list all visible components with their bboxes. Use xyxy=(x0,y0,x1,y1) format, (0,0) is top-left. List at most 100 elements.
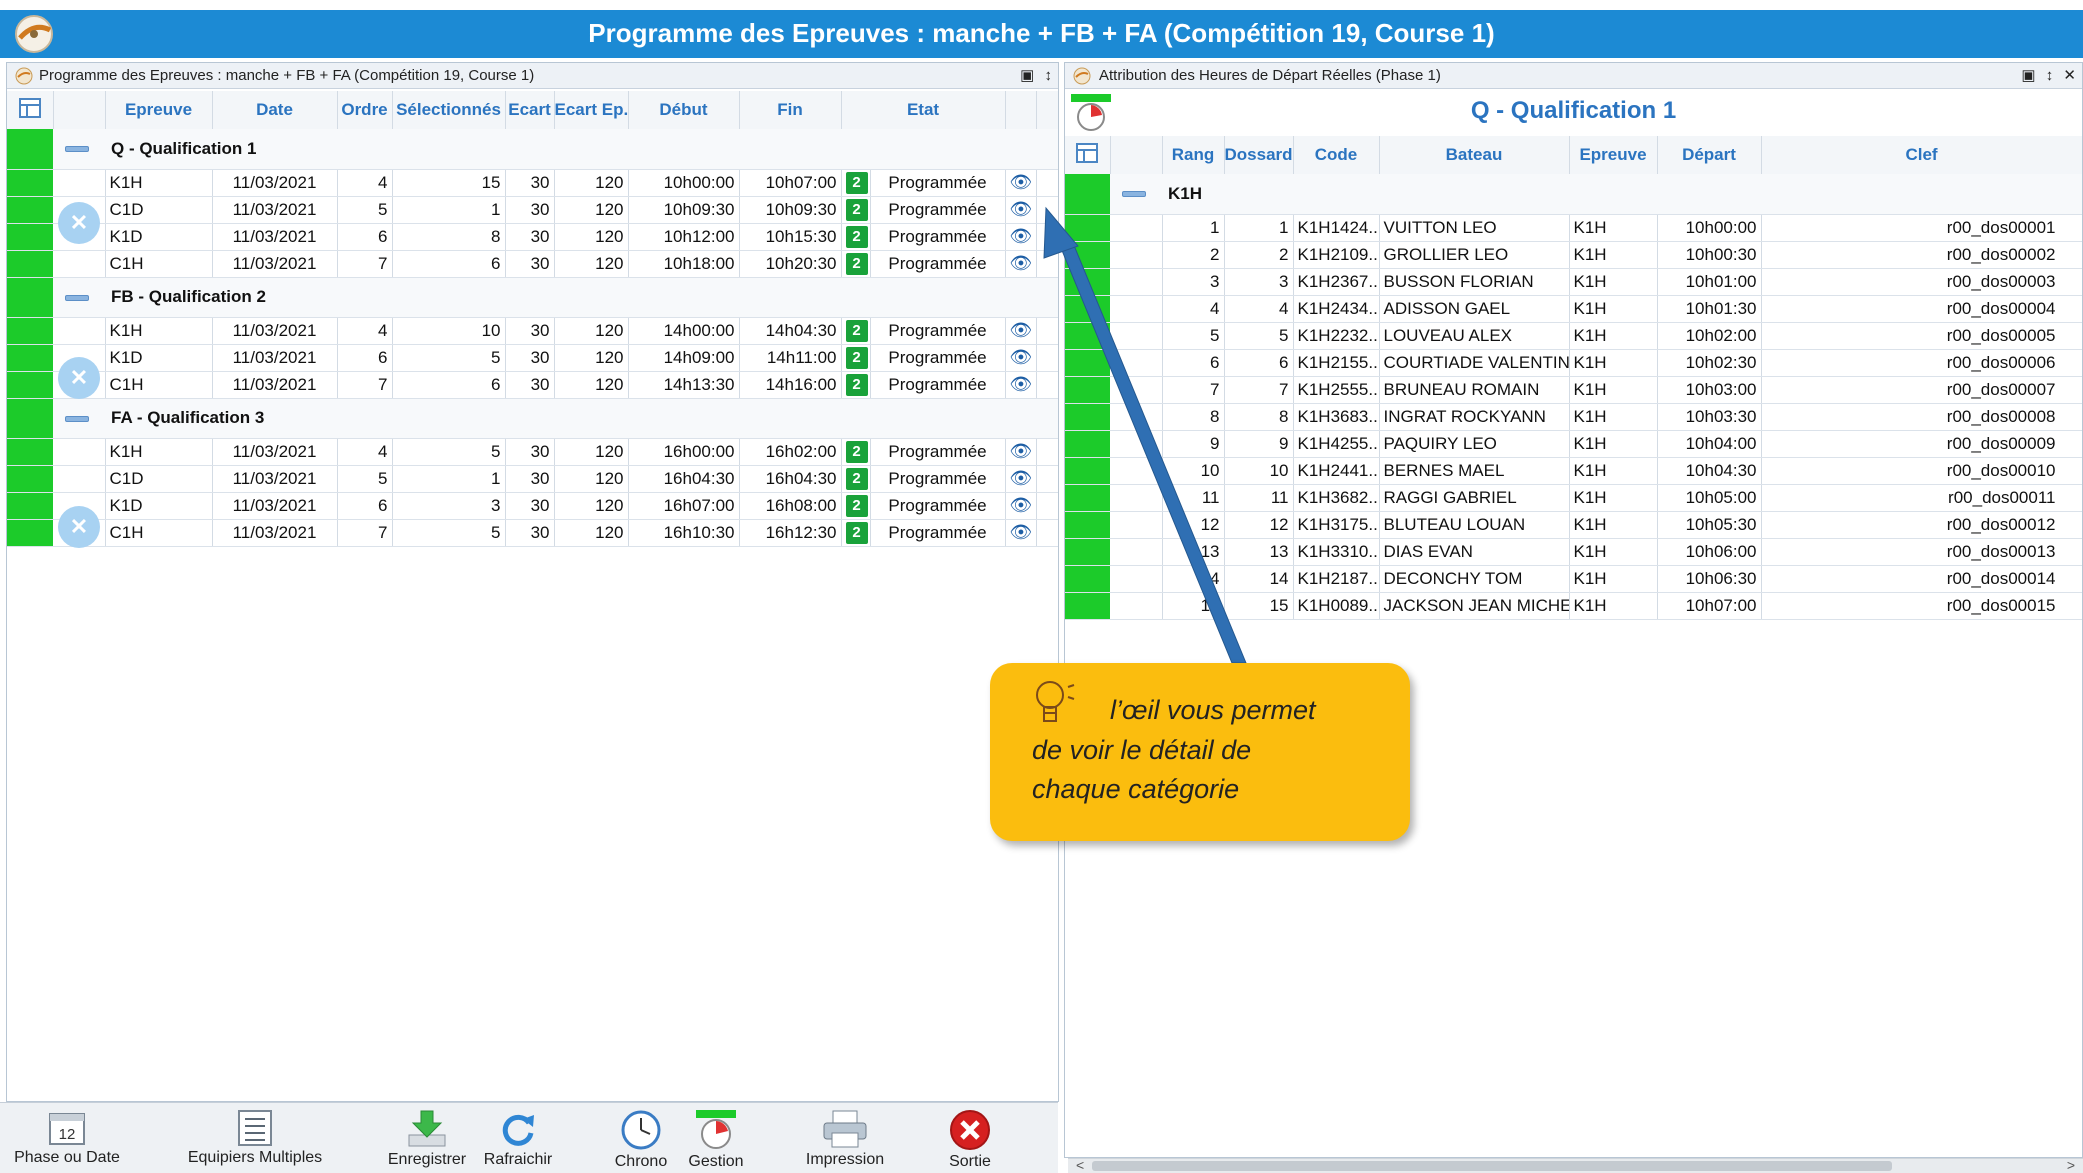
collapse-group-q-button[interactable]: ✕ xyxy=(58,202,100,244)
collapse-group-button[interactable] xyxy=(53,129,105,170)
epreuve-row[interactable]: K1D 11/03/2021 6 8 30 120 10h12:00 10h15:30 2 Pro… xyxy=(7,223,1058,251)
minus-icon[interactable] xyxy=(65,294,89,301)
scroll-right-icon[interactable]: > xyxy=(2067,1157,2075,1173)
cell-code: K1H3175... xyxy=(1293,511,1380,539)
col-rang[interactable]: Rang xyxy=(1162,136,1225,174)
col-ecart[interactable]: Ecart xyxy=(505,91,555,129)
depart-row[interactable]: 6 6 K1H2155... COURTIADE VALENTIN K1H 10h02:3… xyxy=(1065,349,2082,377)
gestion-button[interactable]: Gestion xyxy=(680,1109,752,1171)
eye-icon[interactable]: 👁 xyxy=(1010,522,1033,542)
group-fb-qualification-2[interactable]: FB - Qualification 2 xyxy=(7,277,1058,318)
close-icon[interactable]: ✕ xyxy=(2063,67,2076,84)
eye-icon[interactable]: 👁 xyxy=(1010,347,1033,367)
phase-ou-date-button[interactable]: 12 Phase ou Date xyxy=(12,1109,122,1167)
eye-icon[interactable]: 👁 xyxy=(1010,468,1033,488)
minus-icon[interactable] xyxy=(65,415,89,422)
group-k1h[interactable]: K1H xyxy=(1065,174,2082,215)
epreuve-row[interactable]: C1D 11/03/2021 5 1 30 120 10h09:30 10h09:30 2 Pro… xyxy=(7,196,1058,224)
cell-bateau: LOUVEAU ALEX xyxy=(1379,322,1570,350)
cell-selectionnes: 5 xyxy=(392,344,506,372)
collapse-group-fa-button[interactable]: ✕ xyxy=(58,506,100,548)
depart-row[interactable]: 3 3 K1H2367... BUSSON FLORIAN K1H 10h01:00 r00… xyxy=(1065,268,2082,296)
collapse-group-button[interactable] xyxy=(53,277,105,318)
epreuve-row[interactable]: K1D 11/03/2021 6 5 30 120 14h09:00 14h11:00 2 Pro… xyxy=(7,344,1058,372)
scroll-left-icon[interactable]: < xyxy=(1076,1157,1084,1173)
rafraichir-button[interactable]: Rafraichir xyxy=(478,1109,558,1169)
depart-row[interactable]: 8 8 K1H3683... INGRAT ROCKYANN K1H 10h03:30 r0… xyxy=(1065,403,2082,431)
clock-icon xyxy=(621,1110,661,1150)
depart-row[interactable]: 15 15 K1H0089... JACKSON JEAN MICHEL K1H 10h0… xyxy=(1065,592,2082,620)
depart-row[interactable]: 5 5 K1H2232... LOUVEAU ALEX K1H 10h02:00 r00_d… xyxy=(1065,322,2082,350)
col-fin[interactable]: Fin xyxy=(739,91,842,129)
cell-epreuve: K1H xyxy=(1569,295,1658,323)
group-fa-qualification-3[interactable]: FA - Qualification 3 xyxy=(7,398,1058,439)
epreuve-row[interactable]: K1D 11/03/2021 6 3 30 120 16h07:00 16h08:00 2 Pro… xyxy=(7,492,1058,520)
equipiers-multiples-button[interactable]: Equipiers Multiples xyxy=(180,1109,330,1167)
collapse-group-button[interactable] xyxy=(53,398,105,439)
eye-icon[interactable]: 👁 xyxy=(1010,320,1033,340)
restore-icon[interactable]: ▣ xyxy=(1020,67,1034,84)
depart-row[interactable]: 10 10 K1H2441... BERNES MAEL K1H 10h04:30 r00_… xyxy=(1065,457,2082,485)
cell-epreuve: K1H xyxy=(1569,511,1658,539)
cell-dossard: 4 xyxy=(1224,295,1294,323)
epreuve-row[interactable]: C1H 11/03/2021 7 6 30 120 10h18:00 10h20:30 2 Pro… xyxy=(7,250,1058,278)
cell-rang: 1 xyxy=(1162,214,1225,242)
epreuve-row[interactable]: C1H 11/03/2021 7 6 30 120 14h13:30 14h16:00 2 Pro… xyxy=(7,371,1058,399)
calendar-day-text: 12 xyxy=(59,1126,76,1143)
eye-icon[interactable]: 👁 xyxy=(1010,253,1033,273)
impression-button[interactable]: Impression xyxy=(795,1109,895,1169)
epreuve-row[interactable]: K1H 11/03/2021 4 5 30 120 16h00:00 16h02:00 2 Pro… xyxy=(7,438,1058,466)
col-selectionnes[interactable]: Sélectionnés xyxy=(392,91,506,129)
col-clef[interactable]: Clef xyxy=(1761,136,2082,174)
column-chooser-icon[interactable] xyxy=(7,91,54,129)
col-ordre[interactable]: Ordre xyxy=(337,91,393,129)
eye-icon[interactable]: 👁 xyxy=(1010,374,1033,394)
col-date[interactable]: Date xyxy=(212,91,338,129)
depart-row[interactable]: 1 1 K1H1424... VUITTON LEO K1H 10h00:00 r00_do… xyxy=(1065,214,2082,242)
status-badge: 2 xyxy=(845,494,868,517)
epreuve-row[interactable]: C1H 11/03/2021 7 5 30 120 16h10:30 16h12:30 2 Pro… xyxy=(7,519,1058,547)
eye-icon[interactable]: 👁 xyxy=(1010,441,1033,461)
cell-depart: 10h03:30 xyxy=(1657,403,1762,431)
depart-row[interactable]: 13 13 K1H3310... DIAS EVAN K1H 10h06:00 r00_do… xyxy=(1065,538,2082,566)
sortie-button[interactable]: Sortie xyxy=(935,1109,1005,1171)
epreuve-row[interactable]: K1H 11/03/2021 4 15 30 120 10h00:00 10h07:00 2 Pr… xyxy=(7,169,1058,197)
restore-icon[interactable]: ▣ xyxy=(2021,67,2035,84)
pin-icon[interactable]: ↕ xyxy=(2046,67,2054,84)
scrollbar-thumb[interactable] xyxy=(1092,1161,1892,1171)
col-depart[interactable]: Départ xyxy=(1657,136,1762,174)
collapse-group-fb-button[interactable]: ✕ xyxy=(58,357,100,399)
depart-row[interactable]: 4 4 K1H2434... ADISSON GAEL K1H 10h01:30 r00_d… xyxy=(1065,295,2082,323)
minus-icon[interactable] xyxy=(65,146,89,153)
column-chooser-icon[interactable] xyxy=(1065,136,1111,174)
depart-row[interactable]: 2 2 K1H2109... GROLLIER LEO K1H 10h00:30 r00_d… xyxy=(1065,241,2082,269)
depart-row[interactable]: 14 14 K1H2187... DECONCHY TOM K1H 10h06:30 r00… xyxy=(1065,565,2082,593)
eye-icon[interactable]: 👁 xyxy=(1010,226,1033,246)
depart-row[interactable]: 11 11 K1H3682... RAGGI GABRIEL K1H 10h05:00 r0… xyxy=(1065,484,2082,512)
collapse-group-button[interactable] xyxy=(1110,174,1162,215)
col-dossard[interactable]: Dossard xyxy=(1224,136,1294,174)
epreuve-row[interactable]: K1H 11/03/2021 4 10 30 120 14h00:00 14h04:30 2 Pr… xyxy=(7,317,1058,345)
col-bateau[interactable]: Bateau xyxy=(1379,136,1570,174)
callout-line-3: chaque catégorie xyxy=(1032,774,1240,804)
depart-row[interactable]: 12 12 K1H3175... BLUTEAU LOUAN K1H 10h05:30 r0… xyxy=(1065,511,2082,539)
col-debut[interactable]: Début xyxy=(628,91,740,129)
col-ecart-ep[interactable]: Ecart Ep. xyxy=(554,91,629,129)
minus-icon[interactable] xyxy=(1122,191,1146,198)
depart-row[interactable]: 7 7 K1H2555... BRUNEAU ROMAIN K1H 10h03:00 r00… xyxy=(1065,376,2082,404)
eye-icon[interactable]: 👁 xyxy=(1010,495,1033,515)
depart-table: Rang Dossard Code Bateau Epreuve Départ … xyxy=(1065,136,2082,620)
chrono-button[interactable]: Chrono xyxy=(605,1109,677,1171)
col-epreuve[interactable]: Epreuve xyxy=(1569,136,1658,174)
horizontal-scrollbar[interactable]: < > xyxy=(1068,1157,2083,1173)
enregistrer-button[interactable]: Enregistrer xyxy=(382,1109,472,1169)
eye-icon[interactable]: 👁 xyxy=(1010,199,1033,219)
col-epreuve[interactable]: Epreuve xyxy=(105,91,213,129)
depart-row[interactable]: 9 9 K1H4255... PAQUIRY LEO K1H 10h04:00 r00_do… xyxy=(1065,430,2082,458)
pin-icon[interactable]: ↕ xyxy=(1045,67,1053,84)
eye-icon[interactable]: 👁 xyxy=(1010,172,1033,192)
col-etat[interactable]: Etat xyxy=(841,91,1006,129)
epreuve-row[interactable]: C1D 11/03/2021 5 1 30 120 16h04:30 16h04:30 2 Pro… xyxy=(7,465,1058,493)
group-q-qualification-1[interactable]: Q - Qualification 1 xyxy=(7,129,1058,170)
col-code[interactable]: Code xyxy=(1293,136,1380,174)
